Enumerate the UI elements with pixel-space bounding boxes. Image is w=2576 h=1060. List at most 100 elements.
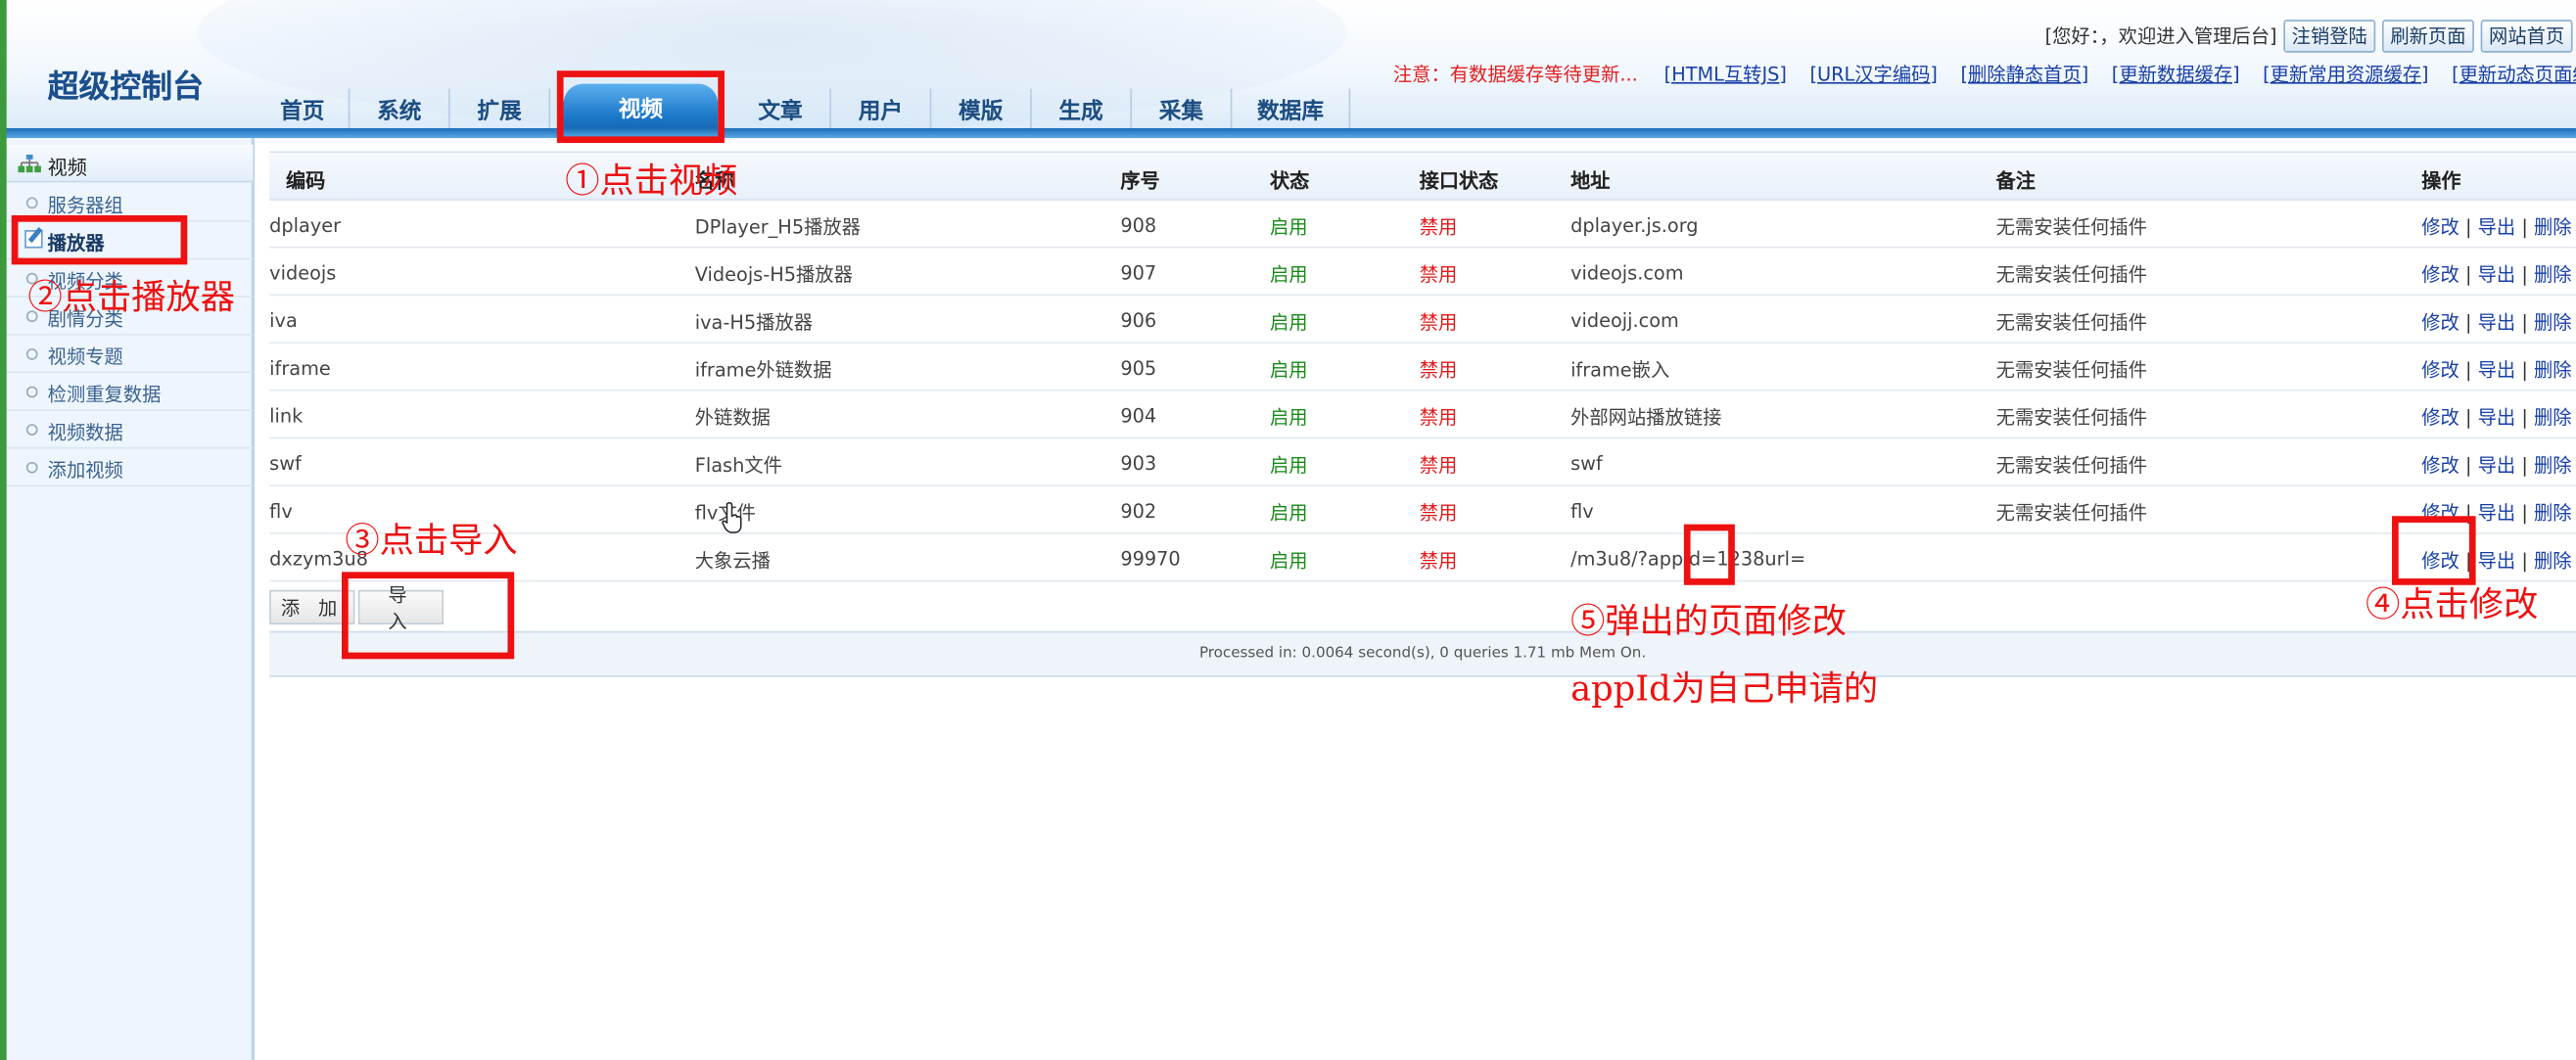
- cell-seq: 99970: [1120, 547, 1181, 571]
- cell-addr: videojj.com: [1570, 308, 1679, 333]
- link-url-encode[interactable]: [URL汉字编码]: [1809, 63, 1938, 86]
- annotation-box-import: [342, 572, 515, 660]
- cell-note: 无需安装任何插件: [1995, 501, 2148, 525]
- col-status: 状态: [1270, 168, 1310, 193]
- header: 超级控制台 [您好：，欢迎进入管理后台] 注销登陆 刷新页面 网站首页 注意：有…: [0, 0, 2576, 139]
- delete-link[interactable]: 删除: [2534, 406, 2572, 430]
- separator: |: [2515, 548, 2534, 573]
- delete-link[interactable]: 删除: [2534, 549, 2572, 573]
- annotation-box-player: [11, 214, 188, 265]
- sidebar-item-label: 视频专题: [47, 345, 123, 369]
- delete-link[interactable]: 删除: [2534, 215, 2572, 239]
- cell-code: videojs: [269, 260, 337, 285]
- cell-note: 无需安装任何插件: [1995, 262, 2148, 287]
- cell-api: 禁用: [1419, 262, 1458, 287]
- table-row: dxzym3u8 大象云播 99970 启用 禁用/m3u8/?appId=1238ur…: [269, 534, 2576, 582]
- header-bottom-bar: [0, 127, 2576, 139]
- row-actions: 修改 | 导出 | 删除: [2421, 404, 2571, 431]
- sidebar-item-add-video[interactable]: 添加视频: [6, 448, 254, 487]
- annotation-step5a: ⑤弹出的页面修改: [1570, 601, 1847, 641]
- edit-link[interactable]: 修改: [2421, 406, 2459, 430]
- col-actions: 操作: [2421, 168, 2461, 193]
- edit-link[interactable]: 修改: [2421, 310, 2459, 334]
- cell-note: 无需安装任何插件: [1995, 453, 2148, 477]
- link-delete-static-home[interactable]: [删除静态首页]: [1960, 63, 2088, 86]
- cell-addr: swf: [1570, 451, 1603, 476]
- edit-link[interactable]: 修改: [2421, 215, 2459, 239]
- export-link[interactable]: 导出: [2478, 549, 2516, 573]
- link-update-resource-cache[interactable]: [更新常用资源缓存]: [2263, 63, 2428, 86]
- export-link[interactable]: 导出: [2478, 215, 2516, 239]
- bullet-icon: [25, 424, 38, 436]
- cell-seq: 907: [1120, 260, 1157, 285]
- cell-status: 启用: [1270, 310, 1308, 334]
- nav-template[interactable]: 模版: [931, 88, 1032, 128]
- table-row: iframe iframe外链数据 905 启用 禁用 iframe嵌入 无需安装任何插件 修…: [269, 344, 2576, 392]
- cell-note: 无需安装任何插件: [1995, 214, 2148, 239]
- col-code: 编码: [285, 168, 326, 193]
- nav-home[interactable]: 首页: [257, 88, 351, 128]
- nav-generate[interactable]: 生成: [1032, 88, 1133, 128]
- link-update-dynamic-cache[interactable]: [更新动态页面缓存: [2452, 63, 2576, 86]
- delete-link[interactable]: 删除: [2534, 310, 2572, 334]
- row-actions: 修改 | 导出 | 删除: [2421, 356, 2571, 383]
- cell-seq: 908: [1120, 213, 1157, 237]
- nav-article[interactable]: 文章: [731, 88, 832, 128]
- export-link[interactable]: 导出: [2478, 406, 2516, 430]
- nav-user[interactable]: 用户: [831, 88, 932, 128]
- nav-extend[interactable]: 扩展: [450, 88, 551, 128]
- export-link[interactable]: 导出: [2478, 501, 2516, 525]
- table-row: link 外链数据 904 启用 禁用 外部网站播放链接 无需安装任何插件 修改 | 导出 |…: [269, 392, 2576, 439]
- logout-button[interactable]: 注销登陆: [2283, 20, 2376, 53]
- col-address: 地址: [1570, 168, 1611, 193]
- link-html-js[interactable]: [HTML互转JS]: [1664, 63, 1787, 86]
- sidebar-header: 视频: [6, 144, 254, 183]
- cell-name: DPlayer_H5播放器: [694, 214, 861, 239]
- delete-link[interactable]: 删除: [2534, 453, 2572, 477]
- tree-icon: [18, 154, 41, 173]
- sidebar-item-check-duplicates[interactable]: 检测重复数据: [6, 373, 254, 411]
- processing-footer: Processed in: 0.0064 second(s), 0 querie…: [269, 630, 2576, 677]
- cell-name: 大象云播: [694, 548, 771, 573]
- nav-system[interactable]: 系统: [350, 88, 450, 128]
- bullet-icon: [25, 386, 38, 398]
- sidebar-item-video-data[interactable]: 视频数据: [6, 411, 254, 449]
- bullet-icon: [25, 461, 38, 474]
- delete-link[interactable]: 删除: [2534, 263, 2572, 287]
- cell-api: 禁用: [1419, 405, 1458, 430]
- delete-link[interactable]: 删除: [2534, 501, 2572, 525]
- table-row: swf Flash文件 903 启用 禁用 swf 无需安装任何插件 修改 | 导出 | 删除: [269, 438, 2576, 487]
- cell-seq: 904: [1120, 404, 1157, 428]
- site-home-button[interactable]: 网站首页: [2480, 20, 2573, 53]
- cell-api: 禁用: [1419, 501, 1458, 525]
- export-link[interactable]: 导出: [2478, 453, 2516, 477]
- annotation-box-video-tab: [556, 70, 725, 144]
- table-row: iva iva-H5播放器 906 启用 禁用 videojj.com 无需安装任何插件 修改…: [269, 296, 2576, 344]
- link-update-data-cache[interactable]: [更新数据缓存]: [2112, 63, 2240, 86]
- refresh-button[interactable]: 刷新页面: [2381, 20, 2474, 53]
- edit-link[interactable]: 修改: [2421, 358, 2459, 382]
- table-row: dplayer DPlayer_H5播放器 908 启用 禁用 dplayer.js.or…: [269, 201, 2576, 249]
- delete-link[interactable]: 删除: [2534, 358, 2572, 382]
- edit-link[interactable]: 修改: [2421, 263, 2459, 287]
- row-actions: 修改 | 导出 | 删除: [2421, 213, 2571, 240]
- cell-addr: iframe嵌入: [1570, 358, 1670, 382]
- annotation-step4: ④点击修改: [2365, 584, 2539, 625]
- sidebar-item-label: 视频数据: [47, 420, 123, 444]
- export-link[interactable]: 导出: [2478, 310, 2516, 334]
- cell-seq: 903: [1120, 451, 1157, 476]
- export-link[interactable]: 导出: [2478, 358, 2516, 382]
- edit-link[interactable]: 修改: [2421, 453, 2459, 477]
- nav-database[interactable]: 数据库: [1232, 88, 1351, 128]
- cell-api: 禁用: [1419, 214, 1458, 239]
- sidebar-item-video-topic[interactable]: 视频专题: [6, 336, 254, 374]
- cell-code: iva: [269, 308, 298, 333]
- annotation-box-edit: [2392, 516, 2476, 585]
- nav-collect[interactable]: 采集: [1132, 88, 1233, 128]
- cell-code: iframe: [269, 356, 331, 380]
- cell-seq: 906: [1120, 308, 1157, 333]
- cell-code: swf: [269, 451, 302, 476]
- export-link[interactable]: 导出: [2478, 263, 2516, 287]
- row-actions: 修改 | 导出 | 删除: [2421, 452, 2571, 479]
- quick-links: 注意：有数据缓存等待更新... [HTML互转JS] [URL汉字编码] [删除静态首…: [1393, 61, 2576, 87]
